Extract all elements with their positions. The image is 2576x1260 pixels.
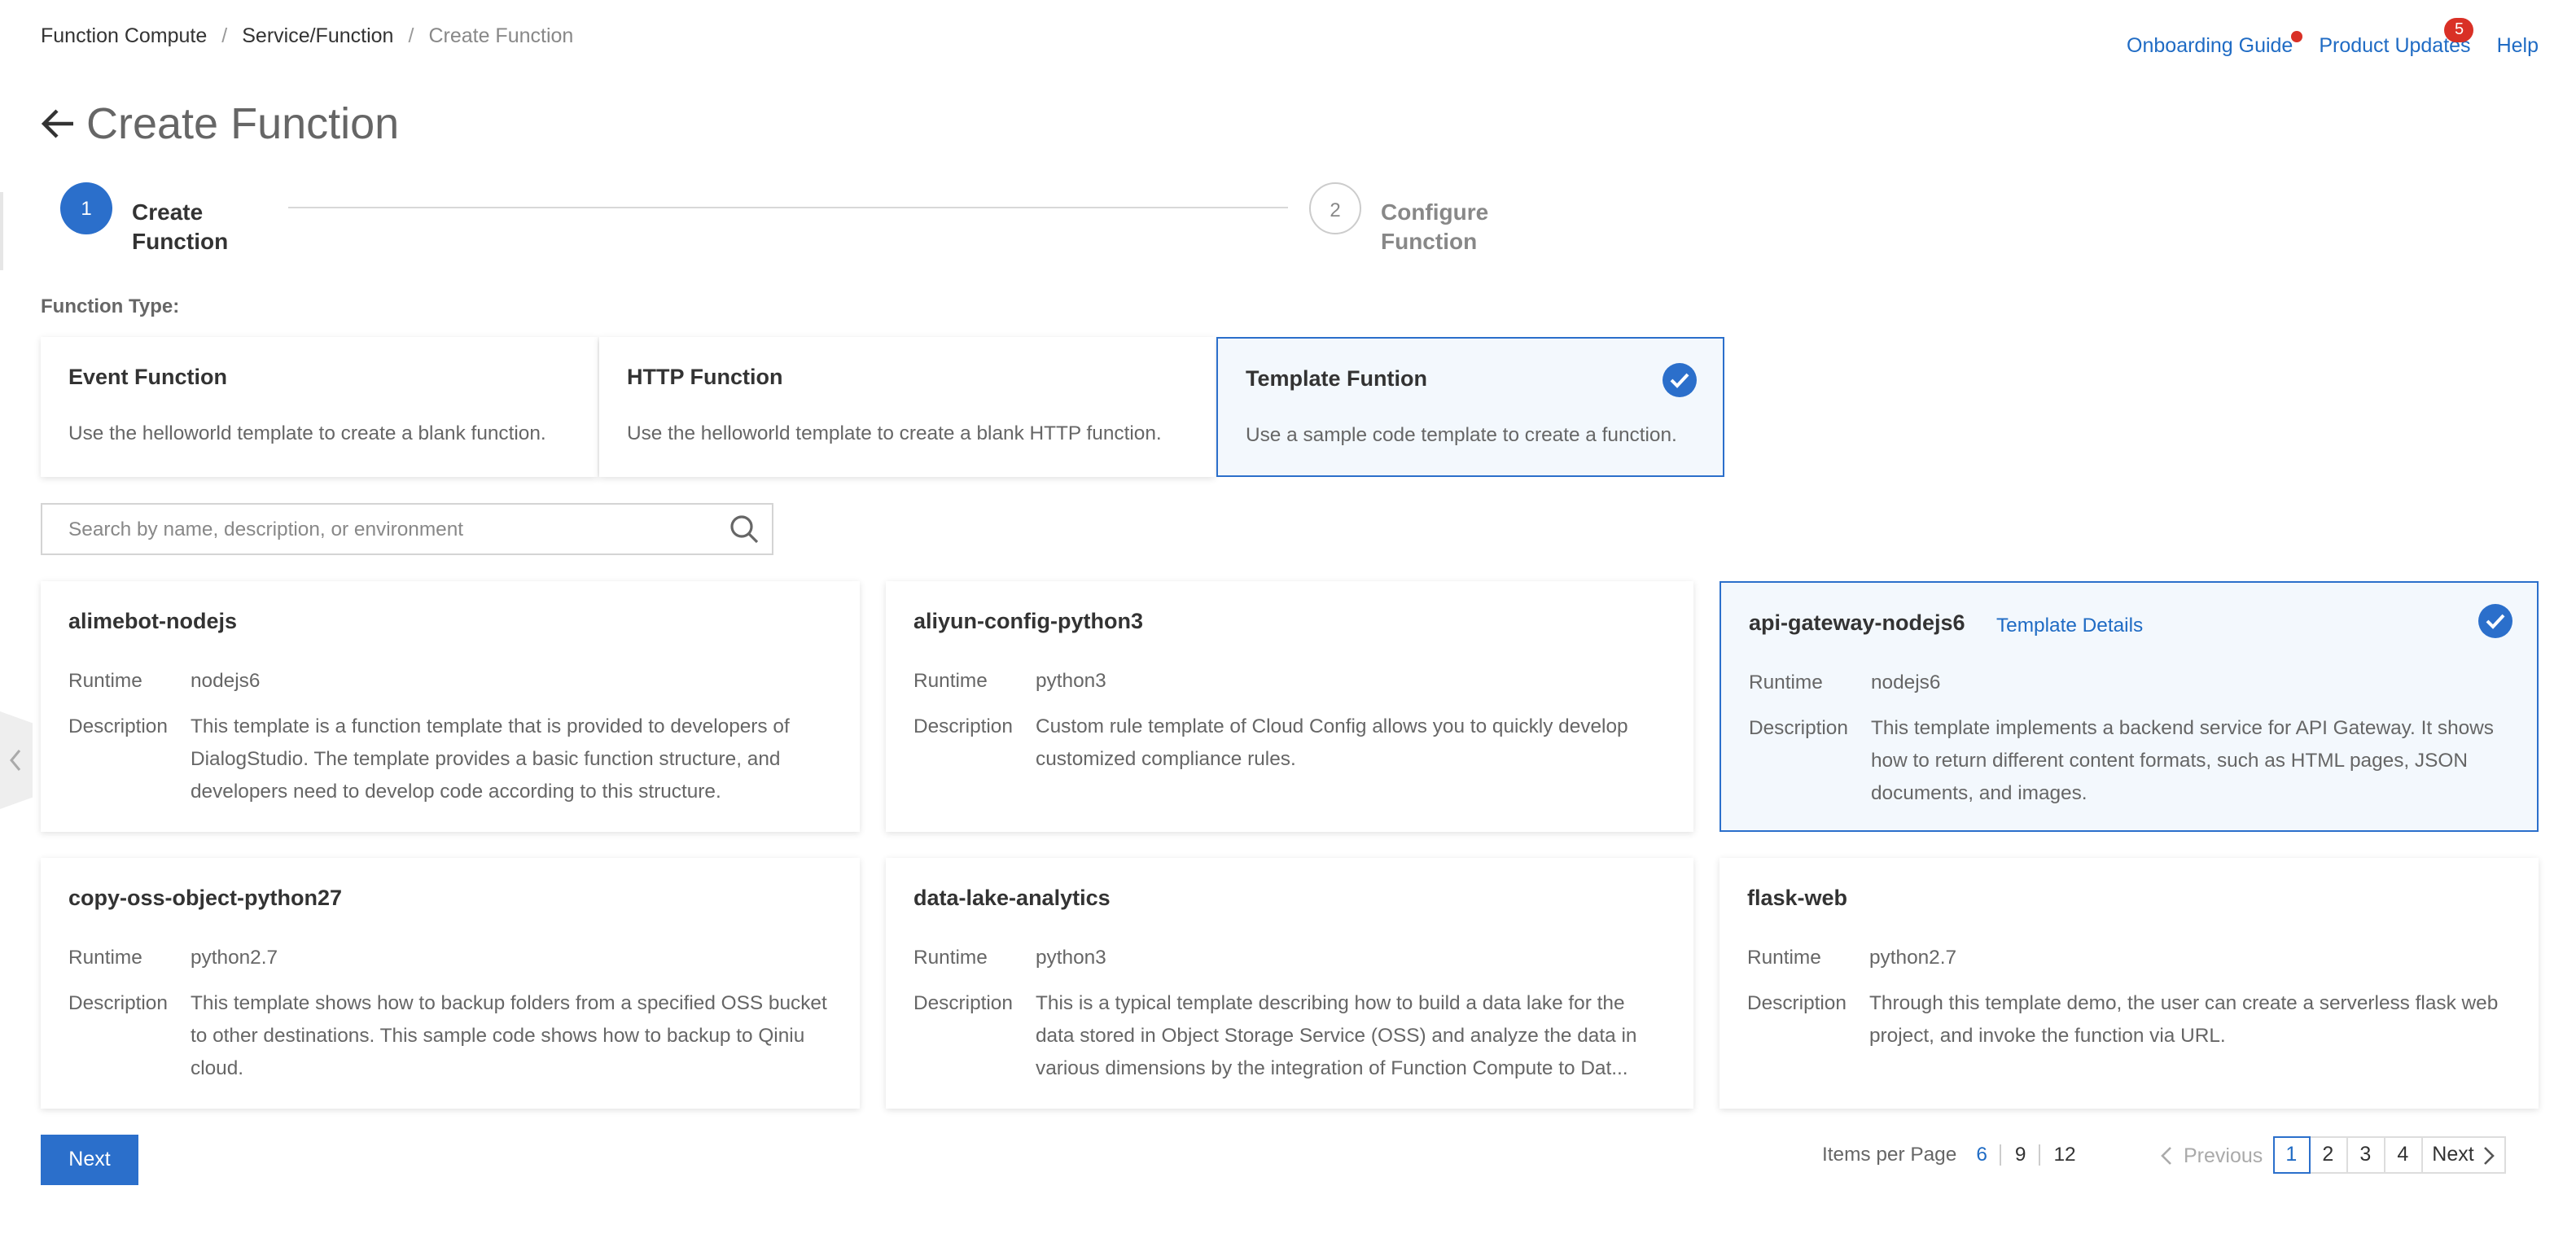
description-value: This template is a function template tha… bbox=[191, 715, 790, 803]
breadcrumb: Function Compute / Service/Function / Cr… bbox=[41, 24, 573, 47]
template-name: api-gateway-nodejs6 bbox=[1749, 610, 1965, 635]
description-label: Description bbox=[913, 991, 1013, 1014]
onboarding-guide-label: Onboarding Guide bbox=[2127, 34, 2293, 57]
top-links: Onboarding Guide Product Updates 5 Help bbox=[2127, 18, 2539, 57]
description-label: Description bbox=[1749, 716, 1848, 739]
runtime-label: Runtime bbox=[1749, 671, 1823, 693]
chevron-left-icon bbox=[10, 750, 21, 771]
pagination-previous-label: Previous bbox=[2184, 1144, 2263, 1166]
description-label: Description bbox=[68, 991, 168, 1014]
items-per-page-label: Items per Page bbox=[1822, 1143, 1957, 1166]
runtime-value: python2.7 bbox=[191, 946, 278, 969]
function-type-description: Use the helloworld template to create a … bbox=[68, 422, 546, 444]
onboarding-guide-link[interactable]: Onboarding Guide bbox=[2127, 31, 2303, 57]
check-circle-icon bbox=[2478, 604, 2512, 638]
function-type-label: Function Type: bbox=[41, 295, 180, 317]
chevron-right-icon bbox=[2484, 1146, 2495, 1164]
template-details-link[interactable]: Template Details bbox=[1996, 614, 2143, 637]
runtime-label: Runtime bbox=[913, 946, 988, 969]
breadcrumb-separator: / bbox=[221, 24, 228, 47]
description-value: Through this template demo, the user can… bbox=[1869, 991, 2499, 1047]
left-edge-bar bbox=[0, 192, 3, 270]
template-name: flask-web bbox=[1747, 886, 1848, 910]
pagination-next[interactable]: Next bbox=[2422, 1136, 2507, 1174]
runtime-value: nodejs6 bbox=[1871, 671, 1941, 693]
runtime-value: python2.7 bbox=[1869, 946, 1957, 969]
pagination-page-1[interactable]: 1 bbox=[2272, 1136, 2311, 1174]
template-name: alimebot-nodejs bbox=[68, 609, 238, 633]
template-search-box bbox=[41, 503, 773, 555]
breadcrumb-current: Create Function bbox=[428, 24, 574, 47]
sidebar-collapse-handle[interactable] bbox=[0, 711, 33, 809]
step-2-label: Configure Function bbox=[1381, 199, 1489, 254]
product-updates-link[interactable]: Product Updates 5 bbox=[2319, 18, 2474, 57]
pagination: Previous 1 2 3 4 Next bbox=[2161, 1136, 2507, 1174]
step-connector bbox=[288, 207, 1288, 208]
description-value: This template shows how to backup folder… bbox=[191, 991, 827, 1079]
breadcrumb-item-service-function[interactable]: Service/Function bbox=[242, 24, 393, 47]
step-2-indicator: 2 bbox=[1309, 182, 1361, 234]
updates-count-badge: 5 bbox=[2444, 18, 2474, 42]
template-card-api-gateway-nodejs6[interactable]: api-gateway-nodejs6 Template Details Run… bbox=[1720, 581, 2539, 832]
help-link[interactable]: Help bbox=[2497, 34, 2539, 57]
back-arrow-icon[interactable] bbox=[41, 106, 77, 142]
next-button[interactable]: Next bbox=[41, 1135, 138, 1185]
runtime-label: Runtime bbox=[68, 669, 142, 692]
notification-dot bbox=[2291, 31, 2303, 42]
function-type-template-card[interactable]: Template Funtion Use a sample code templ… bbox=[1216, 337, 1724, 477]
function-type-event-card[interactable]: Event Function Use the helloworld templa… bbox=[41, 337, 598, 477]
function-type-description: Use the helloworld template to create a … bbox=[627, 422, 1162, 444]
pagination-page-3[interactable]: 3 bbox=[2347, 1136, 2385, 1174]
function-type-description: Use a sample code template to create a f… bbox=[1246, 423, 1677, 446]
template-search-input[interactable] bbox=[68, 505, 720, 553]
function-type-title: Event Function bbox=[68, 365, 227, 389]
runtime-value: python3 bbox=[1036, 669, 1106, 692]
description-label: Description bbox=[913, 715, 1013, 737]
description-value: This template implements a backend servi… bbox=[1871, 716, 2494, 804]
pagination-page-2[interactable]: 2 bbox=[2310, 1136, 2348, 1174]
description-label: Description bbox=[1747, 991, 1847, 1014]
pagination-page-4[interactable]: 4 bbox=[2385, 1136, 2423, 1174]
description-value: This is a typical template describing ho… bbox=[1036, 991, 1637, 1079]
step-1-indicator: 1 bbox=[60, 182, 112, 234]
pagination-previous[interactable]: Previous bbox=[2161, 1144, 2263, 1166]
runtime-value: nodejs6 bbox=[191, 669, 261, 692]
check-circle-icon bbox=[1663, 363, 1697, 397]
template-name: aliyun-config-python3 bbox=[913, 609, 1143, 633]
template-card-data-lake-analytics[interactable]: data-lake-analytics Runtime python3 Desc… bbox=[886, 858, 1693, 1109]
items-per-page: Items per Page 6 9 12 bbox=[1822, 1143, 2089, 1166]
pagination-next-label: Next bbox=[2432, 1143, 2474, 1166]
items-per-page-option-12[interactable]: 12 bbox=[2040, 1143, 2088, 1166]
breadcrumb-item-function-compute[interactable]: Function Compute bbox=[41, 24, 207, 47]
runtime-label: Runtime bbox=[1747, 946, 1821, 969]
description-label: Description bbox=[68, 715, 168, 737]
template-card-flask-web[interactable]: flask-web Runtime python2.7 Description … bbox=[1720, 858, 2539, 1109]
function-type-title: HTTP Function bbox=[627, 365, 783, 389]
page-root: Function Compute / Service/Function / Cr… bbox=[0, 0, 2576, 1260]
function-type-http-card[interactable]: HTTP Function Use the helloworld templat… bbox=[599, 337, 1215, 477]
search-icon[interactable] bbox=[729, 514, 759, 544]
description-value: Custom rule template of Cloud Config all… bbox=[1036, 715, 1628, 770]
function-type-title: Template Funtion bbox=[1246, 366, 1427, 391]
chevron-left-icon bbox=[2161, 1146, 2171, 1164]
template-name: data-lake-analytics bbox=[913, 886, 1111, 910]
items-per-page-option-9[interactable]: 9 bbox=[2002, 1143, 2039, 1166]
template-card-copy-oss-object-python27[interactable]: copy-oss-object-python27 Runtime python2… bbox=[41, 858, 860, 1109]
template-card-alimebot-nodejs[interactable]: alimebot-nodejs Runtime nodejs6 Descript… bbox=[41, 581, 860, 832]
page-title: Create Function bbox=[86, 99, 400, 148]
runtime-label: Runtime bbox=[913, 669, 988, 692]
runtime-value: python3 bbox=[1036, 946, 1106, 969]
template-card-aliyun-config-python3[interactable]: aliyun-config-python3 Runtime python3 De… bbox=[886, 581, 1693, 832]
template-name: copy-oss-object-python27 bbox=[68, 886, 343, 910]
step-1-label: Create Function bbox=[132, 199, 229, 254]
items-per-page-option-6[interactable]: 6 bbox=[1963, 1143, 2000, 1166]
runtime-label: Runtime bbox=[68, 946, 142, 969]
breadcrumb-separator: / bbox=[408, 24, 414, 47]
